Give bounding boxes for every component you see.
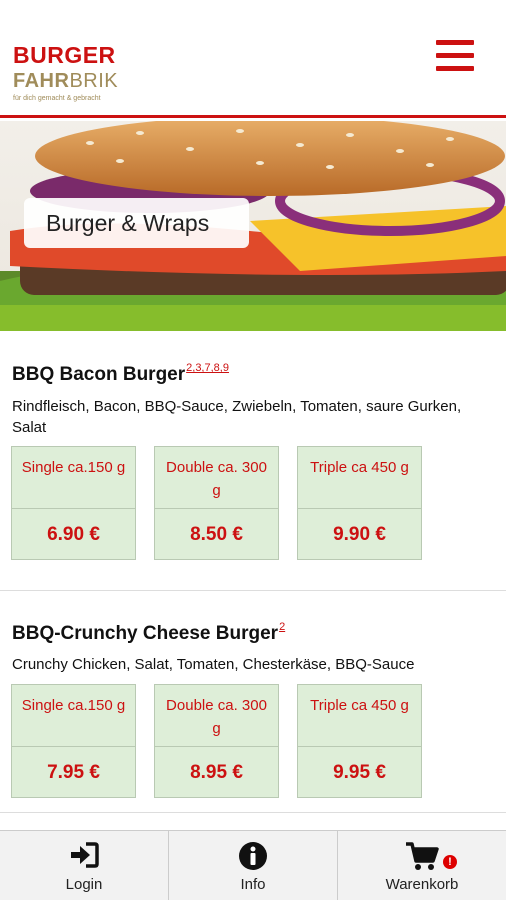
tab-label-info: Info xyxy=(240,876,266,893)
item-title: BBQ Bacon Burger2,3,7,8,9 xyxy=(12,362,229,386)
item-description: Crunchy Chicken, Salat, Tomaten, Chester… xyxy=(12,656,415,673)
tab-info[interactable]: Info xyxy=(169,831,338,900)
option-size: Double ca. 300 g xyxy=(155,447,278,509)
option-size: Single ca.150 g xyxy=(12,685,135,747)
item-name: BBQ-Crunchy Cheese Burger xyxy=(12,623,279,644)
tab-login[interactable]: Login xyxy=(0,831,169,900)
option-price: 9.90 € xyxy=(333,524,386,545)
price-option-double[interactable]: Double ca. 300 g 8.50 € xyxy=(154,446,279,560)
item-title: BBQ-Crunchy Cheese Burger2 xyxy=(12,621,285,645)
price-option-double[interactable]: Double ca. 300 g 8.95 € xyxy=(154,684,279,798)
option-price: 8.50 € xyxy=(190,524,243,545)
cart-alert-badge: ! xyxy=(443,855,457,869)
option-size: Triple ca 450 g xyxy=(298,447,421,509)
logo-word-fahrbrik: FAHRBRIK xyxy=(13,70,118,93)
logo-word-brik: BRIK xyxy=(69,70,119,92)
shopping-cart-icon xyxy=(406,842,439,870)
option-size: Double ca. 300 g xyxy=(155,685,278,747)
option-price: 8.95 € xyxy=(190,762,243,783)
item-footnotes-link[interactable]: 2 xyxy=(279,621,285,633)
tab-label-login: Login xyxy=(65,876,103,893)
hamburger-menu-icon[interactable] xyxy=(436,40,474,72)
app-header: BURGER FAHRBRIK für dich gemacht & gebra… xyxy=(0,0,506,118)
price-option-triple[interactable]: Triple ca 450 g 9.90 € xyxy=(297,446,422,560)
item-description: Rindfleisch, Bacon, BBQ-Sauce, Zwiebeln,… xyxy=(12,398,462,436)
option-price: 9.95 € xyxy=(333,762,386,783)
option-size: Single ca.150 g xyxy=(12,447,135,509)
item-footnotes-link[interactable]: 2,3,7,8,9 xyxy=(186,362,229,374)
item-separator xyxy=(0,590,506,591)
price-option-single[interactable]: Single ca.150 g 7.95 € xyxy=(11,684,136,798)
item-name: BBQ Bacon Burger xyxy=(12,364,186,385)
login-icon xyxy=(71,842,99,868)
item-separator xyxy=(0,812,506,813)
logo-tagline: für dich gemacht & gebracht xyxy=(13,95,101,102)
tab-label-cart: Warenkorb xyxy=(385,876,459,893)
logo-word-burger: BURGER xyxy=(13,42,116,68)
price-option-single[interactable]: Single ca.150 g 6.90 € xyxy=(11,446,136,560)
category-accent-bar xyxy=(0,305,506,331)
option-price: 6.90 € xyxy=(47,524,100,545)
bottom-tab-bar: Login Info ! Warenkorb xyxy=(0,830,506,900)
price-option-triple[interactable]: Triple ca 450 g 9.95 € xyxy=(297,684,422,798)
tab-cart[interactable]: ! Warenkorb xyxy=(338,831,506,900)
category-title: Burger & Wraps xyxy=(24,198,249,248)
option-price: 7.95 € xyxy=(47,762,100,783)
brand-logo[interactable]: BURGER FAHRBRIK für dich gemacht & gebra… xyxy=(13,42,118,102)
logo-word-fahr: FAHR xyxy=(13,70,70,92)
info-icon xyxy=(239,842,267,870)
option-size: Triple ca 450 g xyxy=(298,685,421,747)
